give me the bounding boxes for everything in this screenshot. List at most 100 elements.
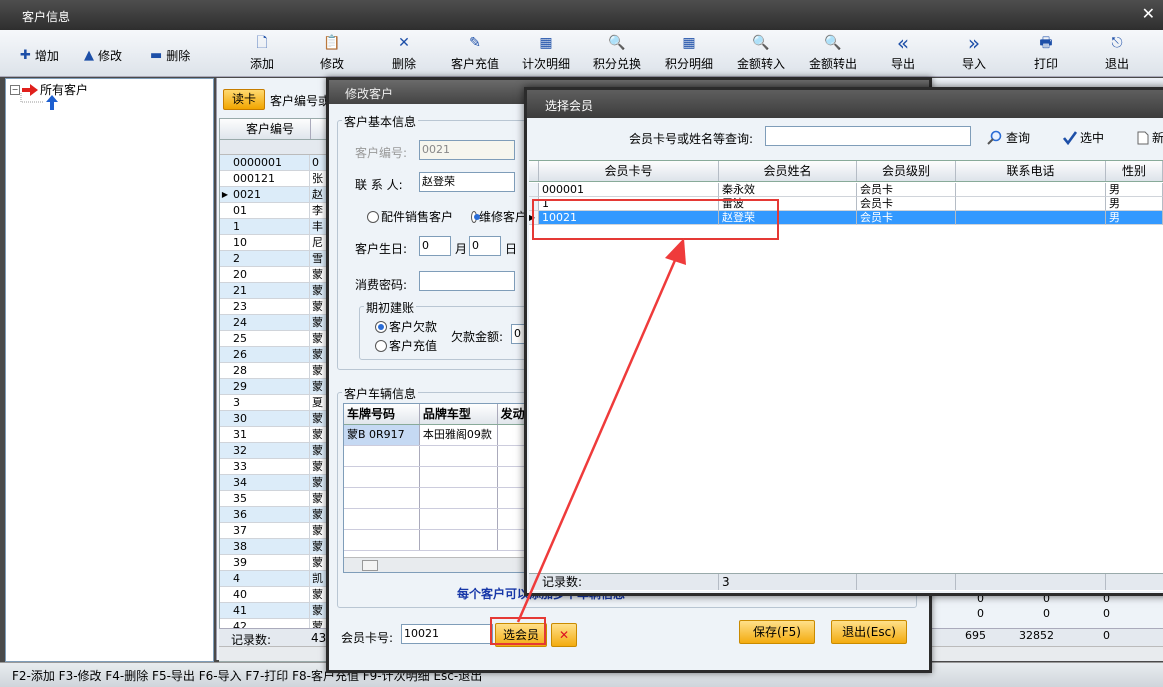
table-row[interactable]: 41 蒙 (220, 603, 330, 619)
plus-icon: ✚ (20, 47, 31, 63)
member-dialog-title: 选择会员 (545, 99, 594, 113)
table-row[interactable]: 30 蒙 (220, 411, 330, 427)
tool-export-button[interactable]: « 导出 (869, 33, 937, 75)
row-indicator (220, 299, 230, 314)
table-row[interactable]: 24 蒙 (220, 315, 330, 331)
table-row[interactable]: 38 蒙 (220, 539, 330, 555)
table-row[interactable]: 20 蒙 (220, 267, 330, 283)
table-row[interactable]: 1 雷波 会员卡 男 (529, 197, 1163, 211)
table-row[interactable]: 23 蒙 (220, 299, 330, 315)
member-cell-card-no: 000001 (539, 183, 719, 197)
table-row[interactable]: 40 蒙 (220, 587, 330, 603)
table-row[interactable]: ▶ 0021 赵 (220, 187, 330, 203)
table-row[interactable]: ▶ 10021 赵登荣 会员卡 男 (529, 211, 1163, 225)
table-row[interactable]: 01 李 (220, 203, 330, 219)
password-field[interactable] (419, 271, 515, 291)
customer-grid-header: 客户编号 (220, 119, 330, 140)
table-row[interactable]: 1丰 (220, 219, 330, 235)
customer-code-cell: 4 (230, 571, 310, 586)
tool-print-button[interactable]: 🖶 打印 (1012, 35, 1080, 75)
select-member-button[interactable]: 选会员 (495, 623, 547, 647)
table-row[interactable]: 蒙B 0R917 本田雅阁09款 (344, 425, 530, 446)
collapse-icon[interactable]: − (10, 84, 20, 95)
radio-recharge[interactable]: 客户充值 (375, 337, 437, 354)
save-button[interactable]: 保存(F5) (739, 620, 815, 644)
customer-code-cell: 32 (230, 443, 310, 458)
table-row[interactable]: 21 蒙 (220, 283, 330, 299)
exit-button[interactable]: 退出(Esc) (831, 620, 907, 644)
tool-count-detail-button[interactable]: ▦ 计次明细 (512, 35, 580, 75)
tool-points-exchange-button[interactable]: 🔍 积分兑换 (583, 35, 651, 75)
edit-small-button[interactable]: ▲ 修改 (84, 46, 122, 64)
customer-code-cell: 0000001 (230, 155, 310, 170)
table-row[interactable]: 35 蒙 (220, 491, 330, 507)
table-row[interactable]: 37 蒙 (220, 523, 330, 539)
column-header-level[interactable]: 会员级别 (857, 161, 956, 181)
member-card-field[interactable]: 10021 (401, 624, 493, 644)
table-row[interactable] (344, 530, 530, 551)
query-button[interactable]: 查询 (987, 129, 1030, 146)
select-button[interactable]: 选中 (1063, 129, 1104, 146)
column-header-phone[interactable]: 联系电话 (956, 161, 1106, 181)
table-row[interactable]: 10 尼 (220, 235, 330, 251)
column-header-plate[interactable]: 车牌号码 (344, 404, 420, 424)
vehicle-grid-scrollbar[interactable] (344, 557, 530, 572)
table-row[interactable] (344, 488, 530, 509)
clear-member-icon[interactable]: ✕ (551, 623, 577, 647)
table-row[interactable]: 26 蒙 (220, 347, 330, 363)
table-row[interactable]: 34 蒙 (220, 475, 330, 491)
table-row[interactable]: 33 蒙 (220, 459, 330, 475)
tool-import-button[interactable]: » 导入 (940, 33, 1008, 75)
column-header-model[interactable]: 品牌车型 (420, 404, 498, 424)
radio-recharge-label: 客户充值 (389, 339, 438, 353)
radio-repair-customer[interactable]: 维修客户 (471, 208, 527, 225)
table-row[interactable]: 36 蒙 (220, 507, 330, 523)
delete-small-button[interactable]: ▬ 删除 (150, 46, 190, 64)
contact-field[interactable]: 赵登荣 (419, 172, 515, 192)
table-row[interactable]: 2雪 (220, 251, 330, 267)
read-card-button[interactable]: 读卡 (223, 89, 265, 110)
close-icon[interactable]: ✕ (1142, 4, 1155, 23)
member-cell-gender: 男 (1106, 211, 1163, 225)
table-row[interactable]: 000001 秦永效 会员卡 男 (529, 183, 1163, 197)
table-row[interactable]: 29 蒙 (220, 379, 330, 395)
radio-parts-customer[interactable]: 配件销售客户 (367, 208, 453, 225)
tool-points-detail-button[interactable]: ▦ 积分明细 (655, 35, 723, 75)
table-row[interactable] (344, 509, 530, 530)
tool-amount-in-button[interactable]: 🔍 金额转入 (727, 35, 795, 75)
add-small-button[interactable]: ✚ 增加 (20, 46, 59, 64)
table-row[interactable] (344, 446, 530, 467)
table-row[interactable]: 32 蒙 (220, 443, 330, 459)
column-header-card-no[interactable]: 会员卡号 (539, 161, 719, 181)
table-row[interactable]: 4凯 (220, 571, 330, 587)
tool-amount-out-button[interactable]: 🔍 金额转出 (799, 35, 867, 75)
column-header-name[interactable]: 会员姓名 (719, 161, 857, 181)
birth-month-field[interactable]: 0 (419, 236, 451, 256)
tool-recharge-button[interactable]: ✎ 客户充值 (441, 35, 509, 75)
customer-code-field[interactable]: 0021 (419, 140, 515, 160)
member-cell-name: 雷波 (719, 197, 857, 211)
table-row[interactable]: 3夏 (220, 395, 330, 411)
tool-delete-button[interactable]: ✕ 删除 (370, 35, 438, 75)
table-row[interactable]: 31 蒙 (220, 427, 330, 443)
tool-exit-button[interactable]: ⎋ 退出 (1083, 35, 1151, 75)
tool-edit-button[interactable]: 📋 修改 (298, 35, 366, 75)
tool-label: 打印 (1033, 57, 1058, 71)
table-row[interactable]: 28 蒙 (220, 363, 330, 379)
table-row[interactable]: 25 蒙 (220, 331, 330, 347)
birth-day-field[interactable]: 0 (469, 236, 501, 256)
column-header-customer-code[interactable]: 客户编号 (230, 119, 311, 139)
table-row[interactable]: 000121 张 (220, 171, 330, 187)
table-row[interactable] (344, 467, 530, 488)
table-row[interactable]: 0000001 0 (220, 155, 330, 171)
column-header-gender[interactable]: 性别 (1106, 161, 1163, 181)
table-row[interactable]: 39 蒙 (220, 555, 330, 571)
member-dialog-titlebar[interactable]: 选择会员 (527, 90, 1163, 118)
tool-add-button[interactable]: 🗋 添加 (228, 35, 296, 75)
row-indicator (220, 251, 230, 266)
new-member-button[interactable]: 新 (1137, 129, 1163, 146)
member-query-input[interactable] (765, 126, 971, 146)
radio-debt[interactable]: 客户欠款 (375, 318, 437, 335)
tool-label: 修改 (319, 57, 344, 71)
plate-cell: 蒙B 0R917 (344, 425, 420, 445)
